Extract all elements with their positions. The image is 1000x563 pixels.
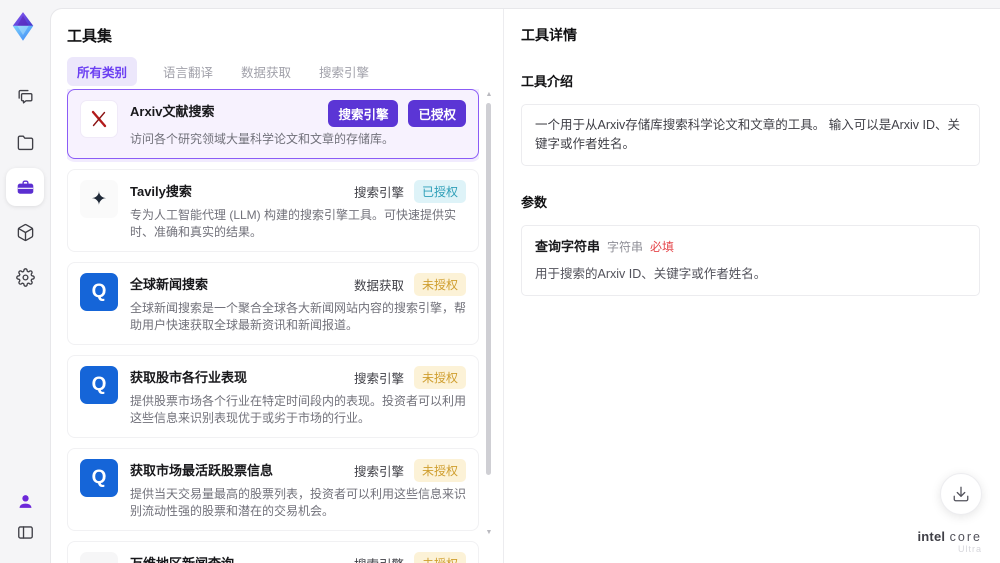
params-heading: 参数 (521, 194, 548, 210)
tool-description: 全球新闻搜索是一个聚合全球各大新闻网站内容的搜索引擎，帮助用户快速获取全球最新资… (130, 301, 467, 333)
tool-description: 提供当天交易量最高的股票列表，投资者可以利用这些信息来识别流动性强的股票和潜在的… (130, 487, 467, 519)
page-title: 工具集 (67, 28, 113, 45)
panel-toggle[interactable] (11, 518, 39, 546)
folder-icon (17, 134, 33, 150)
app-sidebar (0, 0, 50, 563)
tool-card-active-stocks[interactable]: Q 获取市场最活跃股票信息 搜索引擎 未授权 提供当天交易量最高的股票列表，投资… (67, 448, 479, 532)
intel-wordmark: intel (917, 528, 946, 544)
param-box: 查询字符串 字符串 必填 用于搜索的Arxiv ID、关键字或作者姓名。 (521, 224, 980, 296)
settings-gear-icon (15, 267, 35, 287)
tool-description: 访问各个研究领域大量科学论文和文章的存储库。 (130, 132, 395, 146)
tool-status-badge[interactable]: 已授权 (408, 100, 466, 127)
tool-status-badge: 未授权 (413, 459, 466, 483)
download-icon (953, 486, 969, 502)
sidebar-item-tools[interactable] (6, 168, 44, 206)
tool-card-tavily[interactable]: ✦ Tavily搜索 搜索引擎 已授权 专为人工智能代理 (LLM) 构建的搜索… (67, 169, 479, 253)
param-type: 字符串 (607, 239, 644, 254)
tool-category-label: 搜索引擎 (354, 554, 404, 563)
tool-title: 获取市场最活跃股票信息 (130, 463, 274, 479)
scroll-up-arrow[interactable]: ▲ (485, 91, 493, 99)
param-description: 用于搜索的Arxiv ID、关键字或作者姓名。 (535, 267, 767, 281)
param-required-badge: 必填 (650, 239, 675, 254)
sidebar-item-files[interactable] (11, 128, 39, 156)
category-tabs: 所有类别 语言翻译 数据获取 搜索引擎 (67, 57, 371, 86)
scroll-down-arrow[interactable]: ▼ (485, 529, 493, 537)
tool-category-label: 数据获取 (353, 279, 404, 294)
tool-category-badge[interactable]: 搜索引擎 (328, 100, 399, 127)
app-logo-gem-icon (7, 11, 39, 43)
param-name: 查询字符串 (535, 238, 601, 254)
intel-core-logo: intel core Ultra (917, 528, 982, 555)
tool-detail-panel: 工具详情 工具介绍 一个用于从Arxiv存储库搜索科学论文和文章的工具。 输入可… (521, 9, 1000, 563)
tool-title: 万维地区新闻查询 (130, 552, 354, 563)
tab-all-categories[interactable]: 所有类别 (67, 57, 138, 86)
tool-status-badge: 已授权 (413, 180, 466, 204)
tool-card-sector-performance[interactable]: Q 获取股市各行业表现 搜索引擎 未授权 提供股票市场各个行业在特定时间段内的表… (67, 355, 479, 439)
download-button[interactable] (940, 473, 982, 515)
sidebar-item-chat[interactable] (11, 82, 39, 110)
tool-category-label: 搜索引擎 (353, 372, 404, 387)
tool-card-regional-news[interactable]: 万维地区新闻查询 搜索引擎 未授权 查询具体行政区划内的新闻，快速了解各地新闻动 (67, 541, 479, 563)
tab-data-acquisition[interactable]: 数据获取 (239, 57, 293, 86)
tool-description: 提供股票市场各个行业在特定时间段内的表现。投资者可以利用这些信息来识别表现优于或… (130, 394, 467, 426)
intro-box: 一个用于从Arxiv存储库搜索科学论文和文章的工具。 输入可以是Arxiv ID… (521, 104, 980, 166)
tool-status-badge: 未授权 (413, 366, 466, 390)
tab-language-translation[interactable]: 语言翻译 (161, 57, 215, 86)
panel-divider (503, 9, 504, 563)
news-q-icon: Q (80, 459, 118, 498)
tool-status-badge: 未授权 (413, 552, 466, 563)
tool-card-arxiv[interactable]: Arxiv文献搜索 搜索引擎 已授权 访问各个研究领域大量科学论文和文章的存储库… (67, 89, 479, 160)
tab-search-engine[interactable]: 搜索引擎 (317, 57, 371, 86)
list-scrollbar[interactable]: ▲ ▼ (484, 91, 494, 555)
detail-title: 工具详情 (521, 27, 577, 43)
tool-title: 获取股市各行业表现 (130, 370, 248, 386)
news-q-icon: Q (80, 366, 118, 405)
core-wordmark: core (949, 529, 982, 544)
building-icon (80, 552, 118, 563)
cube-icon (17, 223, 33, 241)
user-avatar-icon (19, 494, 31, 508)
tool-category-label: 搜索引擎 (353, 186, 404, 201)
chat-icon (17, 89, 33, 104)
tool-card-global-news[interactable]: Q 全球新闻搜索 数据获取 未授权 全球新闻搜索是一个聚合全球各大新闻网站内容的… (67, 262, 479, 346)
toolbox-icon (17, 179, 33, 194)
tool-description: 专为人工智能代理 (LLM) 构建的搜索引擎工具。可快速提供实时、准确和真实的结… (130, 208, 457, 240)
main-content: 工具集 所有类别 语言翻译 数据获取 搜索引擎 Arxiv文献搜索 搜索引擎 已… (50, 8, 1000, 563)
tool-title: Arxiv文献搜索 (130, 104, 215, 119)
ultra-label: Ultra (957, 544, 982, 555)
sidebar-item-models[interactable] (11, 218, 39, 246)
tool-list: Arxiv文献搜索 搜索引擎 已授权 访问各个研究领域大量科学论文和文章的存储库… (67, 89, 479, 563)
tavily-sparkle-icon: ✦ (80, 180, 118, 219)
panel-toggle-icon (17, 525, 33, 539)
user-avatar[interactable] (11, 487, 39, 515)
tool-status-badge: 未授权 (413, 273, 466, 297)
tool-title: Tavily搜索 (130, 184, 192, 200)
tool-category-label: 搜索引擎 (353, 465, 404, 480)
scrollbar-thumb[interactable] (486, 103, 491, 475)
tool-title: 全球新闻搜索 (130, 277, 209, 293)
intro-heading: 工具介绍 (521, 74, 574, 89)
news-q-icon: Q (80, 273, 118, 312)
sidebar-item-settings[interactable] (11, 263, 39, 291)
arxiv-icon (80, 100, 118, 138)
